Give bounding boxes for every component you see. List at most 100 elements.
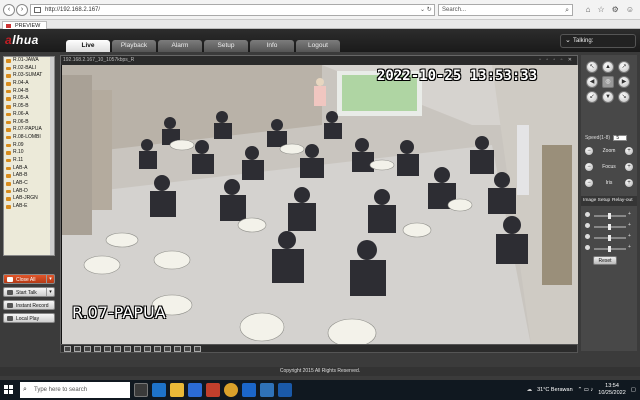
- channel-item[interactable]: R.06-B: [4, 119, 54, 127]
- favorites-icon[interactable]: ☆: [597, 4, 604, 16]
- layout-button[interactable]: [114, 346, 121, 352]
- tab-relay-out[interactable]: Relay-out: [612, 196, 633, 206]
- saturation-slider[interactable]: +: [585, 233, 633, 241]
- settings-icon[interactable]: ⚙: [612, 4, 619, 16]
- layout-button[interactable]: [134, 346, 141, 352]
- channel-item[interactable]: LAB-C: [4, 180, 54, 188]
- hue-slider[interactable]: +: [585, 244, 633, 252]
- layout-button[interactable]: [84, 346, 91, 352]
- forward-button[interactable]: ›: [16, 4, 28, 16]
- layout-button[interactable]: [174, 346, 181, 352]
- menu-alarm[interactable]: Alarm: [158, 40, 202, 52]
- layout-button[interactable]: [154, 346, 161, 352]
- contrast-slider[interactable]: +: [585, 222, 633, 230]
- windows-start-button[interactable]: [4, 385, 14, 395]
- chrome-icon[interactable]: [224, 383, 238, 397]
- smiley-icon[interactable]: ☺: [626, 4, 634, 16]
- layout-button[interactable]: [124, 346, 131, 352]
- tray-icons[interactable]: ⌃ ▭ ♪: [578, 387, 594, 393]
- layout-button[interactable]: [144, 346, 151, 352]
- address-bar[interactable]: http://192.168.2.167/: [30, 4, 435, 16]
- channel-list-scrollbar[interactable]: [50, 57, 54, 255]
- ptz-left-button[interactable]: ◀: [586, 76, 598, 88]
- browser-search-input[interactable]: Search... ⌕: [438, 4, 573, 16]
- ptz-up-button[interactable]: ▲: [602, 61, 614, 73]
- channel-item[interactable]: R.11: [4, 157, 54, 165]
- file-explorer-icon[interactable]: [170, 383, 184, 397]
- channel-item[interactable]: R.04-A: [4, 80, 54, 88]
- brightness-slider[interactable]: +: [585, 211, 633, 219]
- channel-item[interactable]: R.06-A: [4, 111, 54, 119]
- channel-item[interactable]: R.09: [4, 142, 54, 150]
- zoom-out-button[interactable]: −: [585, 147, 593, 155]
- channel-item[interactable]: R.07-PAPUA: [4, 126, 54, 134]
- word-icon[interactable]: [278, 383, 292, 397]
- instant-record-button[interactable]: Instant Record: [3, 300, 55, 310]
- menu-logout[interactable]: Logout: [296, 40, 340, 52]
- channel-item[interactable]: R.05-B: [4, 103, 54, 111]
- layout-button[interactable]: [164, 346, 171, 352]
- channel-item[interactable]: R.05-A: [4, 95, 54, 103]
- weather-text[interactable]: 31°C Berawan: [537, 387, 573, 393]
- taskbar-search-input[interactable]: ⌕ Type here to search: [20, 382, 130, 398]
- ptz-right-button[interactable]: ▶: [618, 76, 630, 88]
- channel-item[interactable]: LAB-A: [4, 165, 54, 173]
- layout-button[interactable]: [184, 346, 191, 352]
- camera-feed[interactable]: 2022-10-25 13:53:33 R.07-PAPUA: [62, 65, 578, 351]
- zoom-in-button[interactable]: +: [625, 147, 633, 155]
- start-talk-button[interactable]: Start Talk ▾: [3, 287, 55, 297]
- edge-icon[interactable]: [152, 383, 166, 397]
- channel-item[interactable]: LAB-B: [4, 172, 54, 180]
- iris-plus-button[interactable]: +: [625, 179, 633, 187]
- focus-minus-button[interactable]: −: [585, 163, 593, 171]
- close-all-button[interactable]: Close All ▾: [3, 274, 55, 284]
- slider-knob[interactable]: [608, 224, 611, 230]
- channel-item[interactable]: R.02-BALI: [4, 65, 54, 73]
- speed-select[interactable]: 5: [613, 135, 628, 141]
- menu-info[interactable]: Info: [250, 40, 294, 52]
- layout-button[interactable]: [74, 346, 81, 352]
- layout-button[interactable]: [104, 346, 111, 352]
- menu-setup[interactable]: Setup: [204, 40, 248, 52]
- channel-item[interactable]: R.10: [4, 149, 54, 157]
- store-icon[interactable]: [188, 383, 202, 397]
- chevron-down-icon[interactable]: ▾: [46, 288, 54, 296]
- ptz-down-button[interactable]: ▼: [602, 91, 614, 103]
- slider-knob[interactable]: [608, 213, 611, 219]
- talking-dropdown[interactable]: ⌄ Talking:: [560, 34, 636, 48]
- channel-item[interactable]: R.01-JAWA: [4, 57, 54, 65]
- tab-image-setup[interactable]: Image Setup: [583, 196, 610, 206]
- channel-item[interactable]: LAB-JRGN: [4, 195, 54, 203]
- layout-button[interactable]: [194, 346, 201, 352]
- layout-button[interactable]: [94, 346, 101, 352]
- channel-item[interactable]: R.08-LOMBI: [4, 134, 54, 142]
- mail-icon[interactable]: [260, 383, 274, 397]
- ptz-down-right-button[interactable]: ↘: [618, 91, 630, 103]
- channel-item[interactable]: LAB-E: [4, 203, 54, 211]
- task-view-icon[interactable]: [134, 383, 148, 397]
- ptz-down-left-button[interactable]: ↙: [586, 91, 598, 103]
- channel-item[interactable]: R.04-B: [4, 88, 54, 96]
- channel-item[interactable]: R.03-SUMAT: [4, 72, 54, 80]
- back-button[interactable]: ‹: [3, 4, 15, 16]
- home-icon[interactable]: ⌂: [586, 4, 591, 16]
- notification-icon[interactable]: ▢: [631, 387, 636, 393]
- taskbar-clock[interactable]: 13:54 10/25/2022: [598, 383, 626, 397]
- local-play-button[interactable]: Local Play: [3, 313, 55, 323]
- internet-explorer-icon[interactable]: [242, 383, 256, 397]
- menu-playback[interactable]: Playback: [112, 40, 156, 52]
- focus-plus-button[interactable]: +: [625, 163, 633, 171]
- channel-item[interactable]: LAB-D: [4, 188, 54, 196]
- iris-minus-button[interactable]: −: [585, 179, 593, 187]
- office-icon[interactable]: [206, 383, 220, 397]
- video-window-icons[interactable]: ▫ ▫ ▫ ▫ ✕: [539, 56, 574, 65]
- ptz-center-button[interactable]: ◎: [602, 76, 614, 88]
- reset-button[interactable]: Reset: [593, 256, 617, 265]
- ptz-up-left-button[interactable]: ↖: [586, 61, 598, 73]
- slider-knob[interactable]: [608, 246, 611, 252]
- layout-button[interactable]: [64, 346, 71, 352]
- browser-tab-preview[interactable]: PREVIEW: [2, 21, 48, 29]
- chevron-down-icon[interactable]: ▾: [46, 275, 54, 283]
- address-tools[interactable]: ⌄ ↻: [420, 4, 432, 16]
- menu-live[interactable]: Live: [66, 40, 110, 52]
